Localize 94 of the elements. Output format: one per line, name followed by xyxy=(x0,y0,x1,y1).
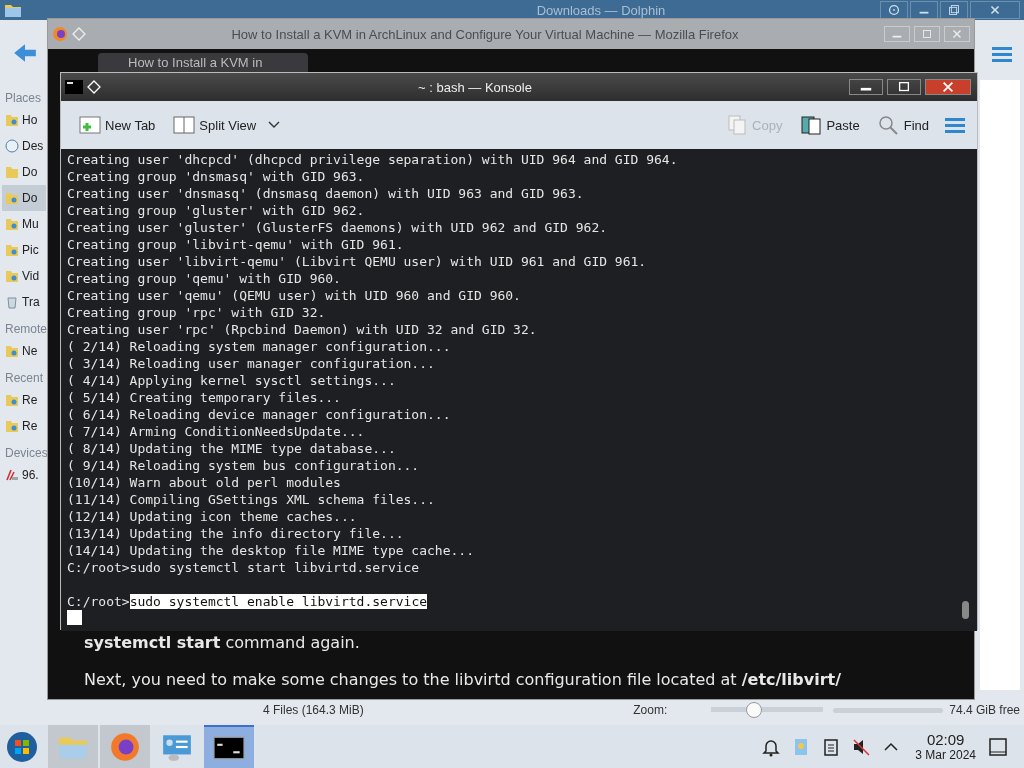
terminal-line: Creating user 'libvirt-qemu' (Libvirt QEMU user) with UID 961 and GID 961. xyxy=(67,253,648,270)
taskbar-app[interactable] xyxy=(100,725,150,768)
folder-icon xyxy=(5,419,19,433)
sidebar-item[interactable]: Re xyxy=(2,413,46,439)
muted-speaker-icon[interactable] xyxy=(851,736,872,757)
terminal-line: C:/root>sudo systemctl start libvirtd.service xyxy=(67,559,421,576)
terminal-line: (11/14) Compiling GSettings XML schema files... xyxy=(67,491,436,508)
clock-time[interactable]: 02:09 xyxy=(926,731,965,748)
terminal-line: Creating group 'qemu' with GID 960. xyxy=(67,270,342,287)
split-view-icon xyxy=(173,115,196,135)
sidebar-item[interactable]: Vid xyxy=(2,263,46,289)
text-cursor xyxy=(67,610,82,625)
find-button[interactable]: Find xyxy=(875,113,931,137)
slider-handle[interactable] xyxy=(745,702,762,718)
window-title: Downloads — Dolphin xyxy=(535,2,667,18)
folder-icon xyxy=(5,113,19,127)
terminal-line: ( 8/14) Updating the MIME type database... xyxy=(67,440,397,457)
copy-icon xyxy=(726,115,749,135)
terminal-line: ( 4/14) Applying kernel sysctl settings... xyxy=(67,372,397,389)
sidebar-item[interactable]: Des xyxy=(2,133,46,159)
split-button[interactable]: Split View xyxy=(171,113,283,137)
article-paragraph: Next, you need to make some changes to the libvirtd configuration file located at /etc/libvirt/ xyxy=(84,670,843,689)
terminal-line: Creating user 'qemu' (QEMU user) with UID 960 and GID 960. xyxy=(67,287,522,304)
sidebar-item[interactable]: Mu xyxy=(2,211,46,237)
sidebar-item[interactable]: 96. xyxy=(2,462,46,488)
back-arrow-icon[interactable] xyxy=(12,42,38,64)
menu-icon[interactable] xyxy=(992,46,1012,62)
terminal-line: Creating group 'dnsmasq' with GID 963. xyxy=(67,168,366,185)
window-title: ~ : bash — Konsole xyxy=(417,79,533,95)
menu-icon[interactable] xyxy=(945,117,965,133)
taskbar-app[interactable] xyxy=(204,725,254,768)
terminal-line: ( 6/14) Reloading device manager configuration... xyxy=(67,406,452,423)
terminal-line: (10/14) Warn about old perl modules xyxy=(67,474,342,491)
browser-tab[interactable]: How to Install a KVM in xyxy=(98,53,308,72)
terminal-line: Creating user 'dhcpcd' (dhcpcd privilege separation) with UID 964 and GID 964. xyxy=(67,151,679,168)
sidebar-item[interactable]: Ho xyxy=(2,107,46,133)
sidebar-item[interactable]: Ne xyxy=(2,338,46,364)
terminal-line: Creating group 'rpc' with GID 32. xyxy=(67,304,327,321)
terminal-line: Creating group 'libvirt-qemu' with GID 961. xyxy=(67,236,405,253)
search-icon xyxy=(877,115,900,135)
terminal-line: ( 9/14) Reloading system bus configuration... xyxy=(67,457,421,474)
free-space-text: 74.4 GiB free xyxy=(949,703,1020,717)
minimize-button[interactable] xyxy=(849,79,883,95)
folder-icon xyxy=(5,191,19,205)
sidebar-heading: Remote xyxy=(4,321,46,338)
maximize-button[interactable] xyxy=(887,79,921,95)
article-paragraph: systemctl start command again. xyxy=(84,633,361,652)
folder-icon xyxy=(5,344,19,358)
browser-icon[interactable] xyxy=(52,26,68,42)
sidebar-item[interactable]: Do xyxy=(2,159,46,185)
sidebar-item[interactable]: Tra xyxy=(2,289,46,315)
terminal-prompt: C:/root> xyxy=(67,594,130,609)
terminal-line: Creating group 'gluster' with GID 962. xyxy=(67,202,366,219)
terminal-line: Creating user 'dnsmasq' (dnsmasq daemon) with UID 963 and GID 963. xyxy=(67,185,585,202)
folder-icon[interactable] xyxy=(4,2,22,18)
terminal-line: ( 7/14) Arming ConditionNeedsUpdate... xyxy=(67,423,366,440)
terminal-line: (12/14) Updating icon theme caches... xyxy=(67,508,358,525)
paste-button[interactable]: Paste xyxy=(798,113,862,137)
terminal-line: ( 2/14) Reloading system manager configuration... xyxy=(67,338,452,355)
close-button[interactable] xyxy=(970,1,1020,19)
terminal-icon[interactable] xyxy=(65,80,83,94)
close-button[interactable] xyxy=(925,79,971,95)
new-tab-button[interactable]: New Tab xyxy=(77,113,158,137)
terminal-command: sudo systemctl enable libvirtd.service xyxy=(129,594,428,609)
scrollbar[interactable] xyxy=(962,601,969,619)
sidebar-heading: Devices xyxy=(4,445,46,462)
caret-icon xyxy=(268,121,281,129)
terminal-line: ( 3/14) Reloading user manager configuration... xyxy=(67,355,436,372)
paste-icon xyxy=(800,115,823,135)
terminal-line: (13/14) Updating the info directory file... xyxy=(67,525,405,542)
browser-icon xyxy=(109,730,141,763)
sidebar-item[interactable]: Re xyxy=(2,387,46,413)
drive-icon xyxy=(5,468,19,482)
new-tab-icon xyxy=(79,115,101,135)
clock-date[interactable]: 3 Mar 2024 xyxy=(915,748,976,762)
terminal-line: ( 5/14) Creating temporary files... xyxy=(67,389,342,406)
sidebar-heading: Places xyxy=(4,90,43,107)
zoom-label: Zoom: xyxy=(633,703,668,717)
start-button[interactable] xyxy=(6,730,38,763)
folder-icon xyxy=(5,269,19,283)
terminal-line: (14/14) Updating the desktop file MIME type cache... xyxy=(67,542,475,559)
folder-icon xyxy=(5,217,19,231)
show-desktop-icon[interactable] xyxy=(988,736,1008,757)
folder-icon xyxy=(5,243,19,257)
trash-icon xyxy=(5,295,19,309)
sidebar-item[interactable]: Do xyxy=(2,185,46,211)
folder-icon xyxy=(5,393,19,407)
terminal-line: Creating user 'rpc' (Rpcbind Daemon) with UID 32 and GID 32. xyxy=(67,321,538,338)
folder-icon xyxy=(5,165,19,179)
status-text: 4 Files (164.3 MiB) xyxy=(263,703,364,717)
window-title: How to Install a KVM in ArchLinux and Configure Your Virtual Machine — Mozilla Firefox xyxy=(230,26,740,42)
terminal-line: Creating user 'gluster' (GlusterFS daemons) with UID 962 and GID 962. xyxy=(67,219,609,236)
sidebar-item[interactable]: Pic xyxy=(2,237,46,263)
sidebar-heading: Recent xyxy=(4,370,45,387)
